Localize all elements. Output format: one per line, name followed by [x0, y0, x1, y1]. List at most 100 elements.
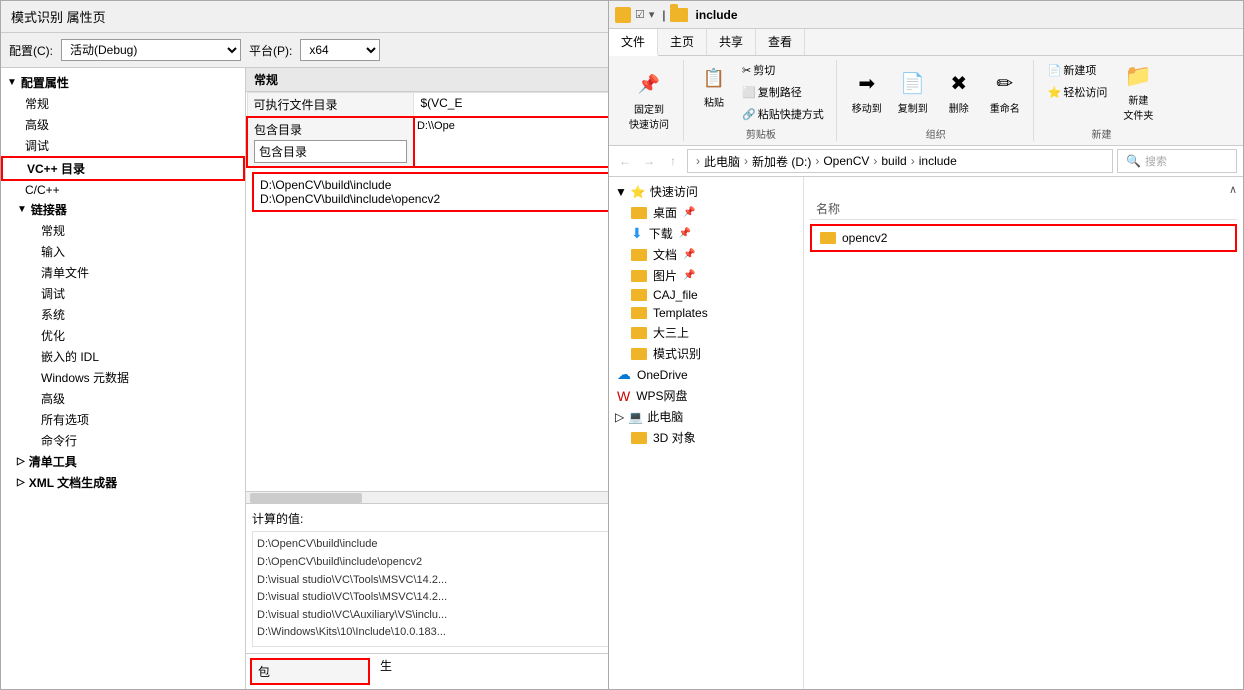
h-scrollbar[interactable]	[246, 491, 619, 503]
pin-icon: 📌	[635, 71, 663, 99]
ribbon-group-quickaccess: 📌 固定到快速访问	[615, 60, 684, 141]
rename-btn[interactable]: ✏ 重命名	[985, 68, 1025, 117]
this-pc-label: 此电脑	[647, 408, 683, 425]
ribbon-tab-view[interactable]: 查看	[756, 29, 805, 55]
pictures-pin: 📌	[683, 270, 695, 281]
quick-access-label: 快速访问	[650, 183, 698, 200]
ribbon-tab-share[interactable]: 共享	[707, 29, 756, 55]
dasanshang-label: 大三上	[653, 324, 689, 341]
tree-root[interactable]: ▼ 配置属性	[1, 72, 245, 93]
tree-item-advanced[interactable]: 高级	[1, 114, 245, 135]
ribbon-tab-home[interactable]: 主页	[658, 29, 707, 55]
path-opencv[interactable]: OpenCV	[823, 154, 869, 168]
nav-item-downloads[interactable]: ⬇ 下载 📌	[609, 223, 803, 244]
tree-xml-gen[interactable]: ▷ XML 文档生成器	[1, 472, 245, 493]
new-folder-label: 新建文件夹	[1123, 92, 1153, 122]
path-drive[interactable]: 新加卷 (D:)	[752, 153, 811, 170]
new-folder-btn[interactable]: 📁 新建文件夹	[1117, 60, 1159, 124]
tree-item-all-options[interactable]: 所有选项	[1, 409, 245, 430]
nav-up-btn[interactable]: ↑	[663, 151, 683, 171]
copy-to-btn[interactable]: 📄 复制到	[893, 68, 933, 117]
tree-item-general2[interactable]: 常规	[1, 220, 245, 241]
tree-item-embedded-idl[interactable]: 嵌入的 IDL	[1, 346, 245, 367]
pattern-folder-icon	[631, 348, 647, 360]
cut-btn[interactable]: ✂ 剪切	[738, 60, 828, 80]
new-small-btns: 📄 新建项 ⭐ 轻松访问	[1044, 60, 1112, 102]
tree-item-debug[interactable]: 调试	[1, 135, 245, 156]
vs-tree: ▼ 配置属性 常规 高级 调试 VC++ 目录 C/C++ ▼ 链接器 常规 输…	[1, 68, 246, 689]
nav-item-wps[interactable]: W WPS网盘	[609, 385, 803, 406]
move-to-btn[interactable]: ➡ 移动到	[847, 68, 887, 117]
nav-item-caj[interactable]: CAJ_file	[609, 286, 803, 304]
easy-access-icon: ⭐	[1048, 86, 1062, 99]
path-sep4: ›	[911, 154, 915, 168]
cut-label: 剪切	[753, 62, 775, 78]
download-icon: ⬇	[631, 225, 643, 242]
nav-item-pattern[interactable]: 模式识别	[609, 343, 803, 364]
organize-label: 组织	[926, 126, 946, 141]
address-bar: ← → ↑ › 此电脑 › 新加卷 (D:) › OpenCV › build …	[609, 146, 1243, 177]
nav-item-3d[interactable]: 3D 对象	[609, 427, 803, 448]
tree-item-system[interactable]: 系统	[1, 304, 245, 325]
vs-main-area: 常规 可执行文件目录 $(VC_E 包含目录	[246, 68, 619, 689]
tree-item-input[interactable]: 输入	[1, 241, 245, 262]
dasanshang-folder-icon	[631, 327, 647, 339]
paste-shortcut-btn[interactable]: 🔗 粘贴快捷方式	[738, 104, 828, 124]
tree-item-debug2[interactable]: 调试	[1, 283, 245, 304]
file-item-opencv2[interactable]: opencv2	[814, 228, 1233, 248]
nav-item-pictures[interactable]: 图片 📌	[609, 265, 803, 286]
copy-btn[interactable]: ⬜ 复制路径	[738, 82, 828, 102]
titlebar-separator2: ▾	[649, 8, 655, 21]
computed-values-box: D:\OpenCV\build\include D:\OpenCV\build\…	[252, 531, 613, 647]
prop-row-include[interactable]: 包含目录 包含目录 D:\\Ope	[247, 117, 618, 167]
nav-item-desktop[interactable]: 桌面 📌	[609, 202, 803, 223]
path-build[interactable]: build	[881, 154, 906, 168]
tree-item-optimize[interactable]: 优化	[1, 325, 245, 346]
ribbon-tab-file[interactable]: 文件	[609, 29, 658, 56]
path-computer[interactable]: 此电脑	[704, 153, 740, 170]
section-header: 常规	[246, 68, 619, 92]
tree-item-vc-dir[interactable]: VC++ 目录	[1, 156, 245, 181]
computed-val-5: D:\visual studio\VC\Auxiliary\VS\inclu..…	[257, 607, 608, 625]
search-box[interactable]: 🔍 搜索	[1117, 149, 1237, 173]
tree-item-advanced2[interactable]: 高级	[1, 388, 245, 409]
opencv2-name: opencv2	[842, 231, 1227, 245]
3d-label: 3D 对象	[653, 429, 696, 446]
tree-linker[interactable]: ▼ 链接器	[1, 199, 245, 220]
easy-access-btn[interactable]: ⭐ 轻松访问	[1044, 82, 1112, 102]
config-select[interactable]: 活动(Debug)	[61, 39, 241, 61]
prop-name-executable: 可执行文件目录	[247, 93, 414, 118]
path-sep1: ›	[744, 154, 748, 168]
tree-item-manifest[interactable]: 清单文件	[1, 262, 245, 283]
nav-item-onedrive[interactable]: ☁ OneDrive	[609, 364, 803, 385]
tree-xml-arrow: ▷	[17, 477, 25, 488]
tree-manifest-tool[interactable]: ▷ 清单工具	[1, 451, 245, 472]
tree-item-windows-meta[interactable]: Windows 元数据	[1, 367, 245, 388]
header-name: 名称	[816, 200, 1231, 217]
paste-btn[interactable]: 📋 粘贴	[694, 60, 734, 113]
computed-val-4: D:\visual studio\VC\Tools\MSVC\14.2...	[257, 589, 608, 607]
include-label-text: 包含目录	[254, 121, 407, 138]
tree-item-cmdline[interactable]: 命令行	[1, 430, 245, 451]
nav-item-templates[interactable]: Templates	[609, 304, 803, 322]
new-item-btn[interactable]: 📄 新建项	[1044, 60, 1112, 80]
nav-forward-btn[interactable]: →	[639, 151, 659, 171]
nav-quick-access[interactable]: ▼ ⭐ 快速访问	[609, 181, 803, 202]
delete-btn[interactable]: ✖ 删除	[939, 68, 979, 117]
computed-section: 计算的值: D:\OpenCV\build\include D:\OpenCV\…	[246, 503, 619, 653]
nav-this-pc[interactable]: ▷ 💻 此电脑	[609, 406, 803, 427]
address-path[interactable]: › 此电脑 › 新加卷 (D:) › OpenCV › build › incl…	[687, 149, 1113, 173]
bottom-row: 包 生	[246, 653, 619, 689]
nav-item-documents[interactable]: 文档 📌	[609, 244, 803, 265]
tree-item-general[interactable]: 常规	[1, 93, 245, 114]
tree-item-cpp[interactable]: C/C++	[1, 181, 245, 199]
explorer-panel: ☑ ▾ | include 文件 主页 共享 查看 📌 固定到快速访问	[608, 0, 1244, 690]
pin-to-quick-btn[interactable]: 📌 固定到快速访问	[623, 67, 675, 135]
include-input-field[interactable]: 包含目录	[254, 140, 407, 163]
templates-folder-icon	[631, 307, 647, 319]
platform-select[interactable]: x64	[300, 39, 380, 61]
nav-back-btn[interactable]: ←	[615, 151, 635, 171]
move-to-icon: ➡	[853, 70, 881, 98]
nav-item-dasanshang[interactable]: 大三上	[609, 322, 803, 343]
path-include[interactable]: include	[919, 154, 957, 168]
